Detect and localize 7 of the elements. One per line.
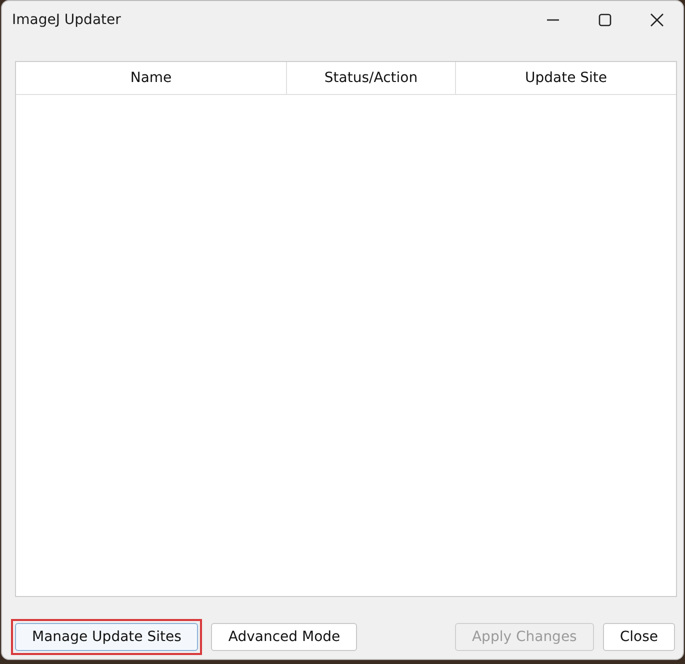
column-header[interactable]: Update Site <box>456 62 676 94</box>
column-header[interactable]: Status/Action <box>287 62 456 94</box>
column-header[interactable]: Name <box>16 62 287 94</box>
action-button[interactable]: Close <box>602 623 675 651</box>
action-button[interactable]: Advanced Mode <box>211 623 358 651</box>
window-title: ImageJ Updater <box>12 12 122 28</box>
action-button[interactable]: Manage Update Sites <box>15 623 198 651</box>
